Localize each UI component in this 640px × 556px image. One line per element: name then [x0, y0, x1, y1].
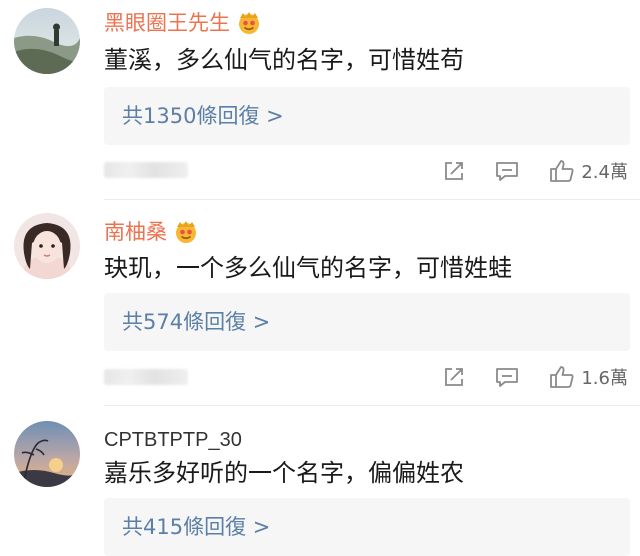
- comment-icon: [496, 368, 519, 387]
- avatar-landscape-image: [14, 8, 80, 74]
- username[interactable]: 黑眼圈王先生: [104, 10, 262, 36]
- thumbs-up-icon: [550, 366, 574, 388]
- comment-text: 董溪，多么仙气的名字，可惜姓苟: [104, 46, 464, 74]
- comment-actions: 1.6萬: [413, 363, 628, 391]
- reply-thread-box[interactable]: 共1350條回復 >: [104, 87, 630, 145]
- divider: [104, 405, 640, 406]
- like-count: 2.4萬: [581, 162, 628, 183]
- reply-thread-box[interactable]: 共415條回復 >: [104, 498, 630, 556]
- like-button[interactable]: 2.4萬: [549, 158, 628, 184]
- comment-feed: 黑眼圈王先生 董溪，多么仙气的名字，可惜姓苟 共1350條回復 > 2.4萬 南…: [0, 0, 640, 556]
- avatar[interactable]: [14, 421, 80, 487]
- vip-emoji-badge-icon: [236, 11, 262, 35]
- blurred-timestamp: [104, 369, 188, 385]
- comment-icon: [496, 162, 519, 181]
- username[interactable]: 南柚桑: [104, 219, 199, 245]
- comment-text: 嘉乐多好听的一个名字，偏偏姓农: [104, 459, 464, 487]
- comment-button[interactable]: [495, 366, 519, 388]
- divider: [104, 199, 640, 200]
- avatar[interactable]: [14, 8, 80, 74]
- comment-text: 玦玑，一个多么仙气的名字，可惜姓蛙: [104, 254, 512, 282]
- username[interactable]: CPTBTPTP_30: [104, 427, 242, 453]
- share-icon: [445, 368, 464, 386]
- view-replies-link[interactable]: 共574條回復 >: [122, 293, 270, 351]
- view-replies-link[interactable]: 共1350條回復 >: [122, 87, 284, 145]
- avatar-sunset-image: [14, 421, 80, 487]
- vip-emoji-badge-icon: [173, 220, 199, 244]
- avatar-portrait-image: [14, 213, 80, 279]
- like-count: 1.6萬: [581, 368, 628, 389]
- comment-actions: 2.4萬: [413, 157, 628, 185]
- reply-thread-box[interactable]: 共574條回復 >: [104, 293, 630, 351]
- thumbs-up-icon: [550, 160, 574, 182]
- username-text: 南柚桑: [104, 220, 167, 244]
- share-button[interactable]: [443, 366, 465, 388]
- username-text: 黑眼圈王先生: [104, 11, 230, 35]
- view-replies-link[interactable]: 共415條回復 >: [122, 498, 270, 556]
- username-text: CPTBTPTP_30: [104, 429, 242, 451]
- avatar[interactable]: [14, 213, 80, 279]
- share-icon: [445, 162, 464, 180]
- comment-button[interactable]: [495, 160, 519, 182]
- share-button[interactable]: [443, 160, 465, 182]
- blurred-timestamp: [104, 162, 188, 178]
- like-button[interactable]: 1.6萬: [549, 364, 628, 390]
